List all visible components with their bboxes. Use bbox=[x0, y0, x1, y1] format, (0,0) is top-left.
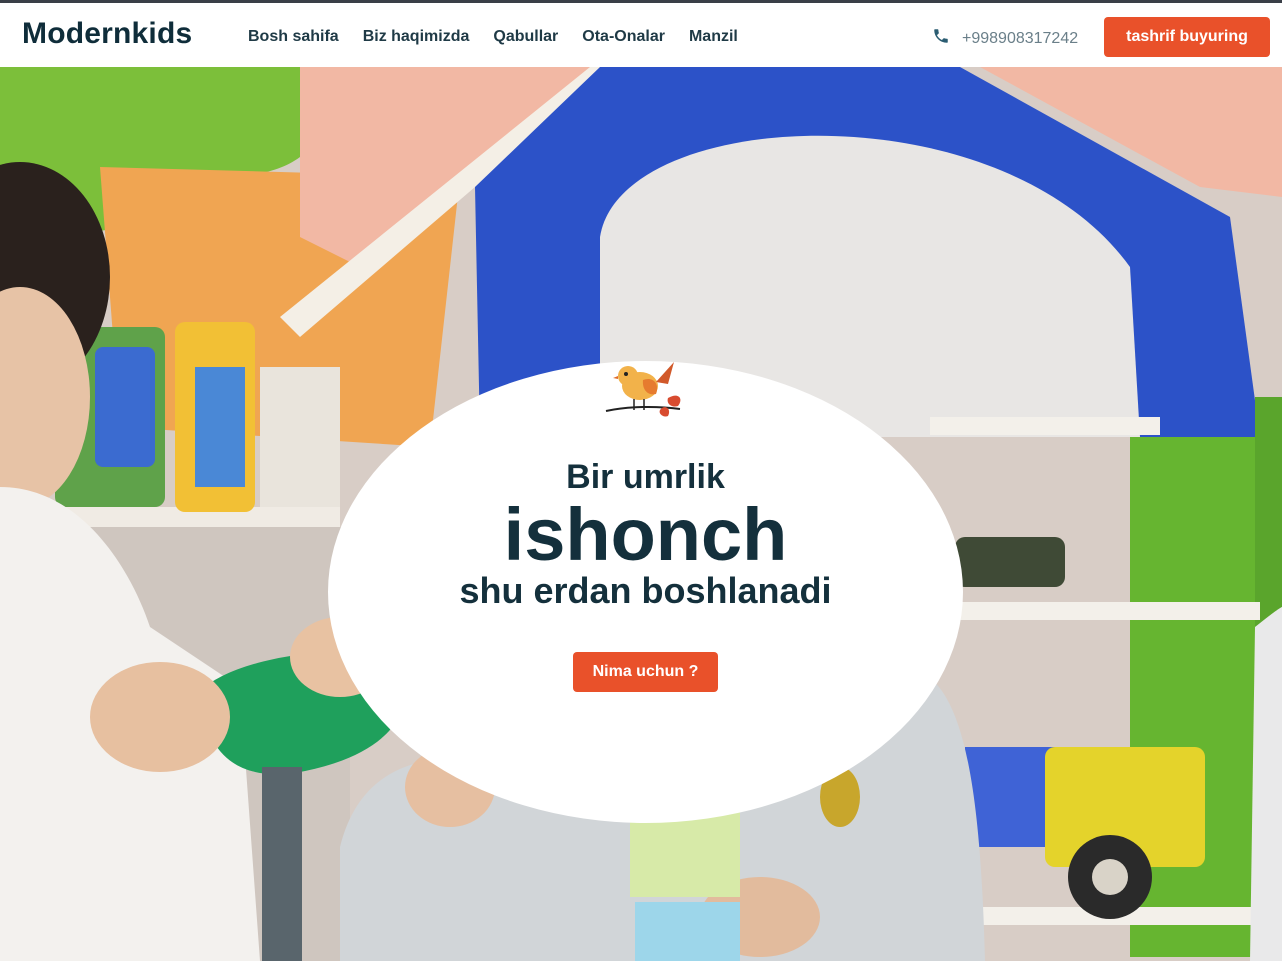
why-button[interactable]: Nima uchun ? bbox=[573, 652, 718, 692]
site-header: Modernkids Bosh sahifa Biz haqimizda Qab… bbox=[0, 3, 1282, 67]
logo[interactable]: Modernkids bbox=[22, 17, 192, 51]
phone-contact[interactable]: +998908317242 bbox=[932, 27, 1078, 50]
phone-icon bbox=[932, 27, 950, 50]
hero-card-content: Bir umrlik ishonch shu erdan boshlanadi … bbox=[328, 294, 963, 756]
bird-icon bbox=[598, 354, 688, 429]
main-nav: Bosh sahifa Biz haqimizda Qabullar Ota-O… bbox=[248, 28, 738, 46]
phone-number: +998908317242 bbox=[962, 29, 1079, 47]
nav-qabullar[interactable]: Qabullar bbox=[493, 28, 558, 46]
nav-ota-onalar[interactable]: Ota-Onalar bbox=[582, 28, 665, 46]
nav-biz-haqimizda[interactable]: Biz haqimizda bbox=[363, 28, 470, 46]
visit-button[interactable]: tashrif buyuring bbox=[1104, 17, 1270, 57]
hero-line-2: ishonch bbox=[503, 493, 788, 576]
nav-bosh-sahifa[interactable]: Bosh sahifa bbox=[248, 28, 339, 46]
hero-line-3: shu erdan boshlanadi bbox=[459, 570, 832, 611]
nav-manzil[interactable]: Manzil bbox=[689, 28, 738, 46]
